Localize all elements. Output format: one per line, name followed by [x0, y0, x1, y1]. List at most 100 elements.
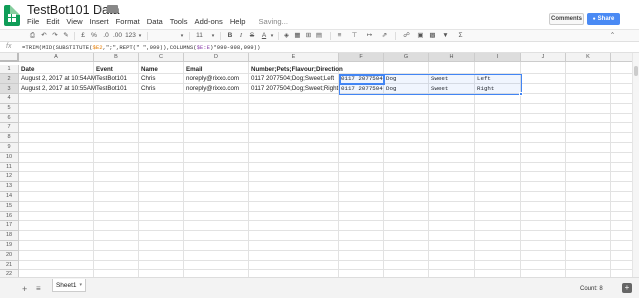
font-family-select[interactable]: [150, 31, 180, 41]
folder-icon[interactable]: [107, 5, 118, 13]
column-header-c[interactable]: C: [139, 53, 184, 62]
increase-decimal-button[interactable]: .00: [112, 31, 123, 41]
column-header-h[interactable]: H: [429, 53, 475, 62]
italic-icon[interactable]: I: [237, 31, 245, 41]
share-button[interactable]: ● Share: [587, 13, 620, 25]
text-color-icon[interactable]: A: [259, 31, 269, 41]
menu-file[interactable]: File: [27, 17, 39, 26]
cell-c3[interactable]: Chris: [139, 84, 184, 94]
row-header[interactable]: 16: [0, 211, 19, 222]
formula-text[interactable]: =TRIM(MID(SUBSTITUTE($E2,";",REPT(" ",99…: [22, 44, 260, 51]
row-header[interactable]: 1: [0, 65, 19, 74]
row-header[interactable]: 19: [0, 241, 19, 251]
currency-format-button[interactable]: £: [79, 31, 87, 41]
sheets-logo-icon[interactable]: [4, 5, 20, 26]
undo-icon[interactable]: ↶: [40, 31, 48, 41]
fill-handle[interactable]: [519, 92, 523, 96]
menu-addons[interactable]: Add-ons: [195, 17, 223, 26]
row-header[interactable]: 20: [0, 250, 19, 261]
column-header-k[interactable]: K: [566, 53, 611, 62]
filter-icon[interactable]: ▼: [441, 31, 450, 41]
horizontal-align-icon[interactable]: ≡: [335, 31, 344, 41]
print-icon[interactable]: ⎙: [28, 31, 37, 41]
merge-cells-icon[interactable]: ⊞: [304, 31, 313, 41]
formula-bar[interactable]: fx =TRIM(MID(SUBSTITUTE($E2,";",REPT(" "…: [0, 42, 639, 53]
column-header-j[interactable]: J: [521, 53, 566, 62]
column-header-i[interactable]: I: [475, 53, 521, 62]
row-header[interactable]: 9: [0, 143, 19, 153]
sheet-tab[interactable]: Sheet1 ▾: [52, 279, 86, 292]
menu-data[interactable]: Data: [147, 17, 163, 26]
text-rotation-icon[interactable]: ⇗: [380, 31, 389, 41]
row-header[interactable]: 3: [0, 84, 19, 94]
cell-b3[interactable]: TestBot101: [94, 84, 139, 94]
text-wrap-icon[interactable]: ↦: [365, 31, 374, 41]
fill-color-icon[interactable]: ◈: [282, 31, 291, 41]
row-header[interactable]: 18: [0, 231, 19, 241]
cell-a1[interactable]: Date: [19, 65, 94, 74]
row-header[interactable]: 5: [0, 103, 19, 114]
row-header[interactable]: 2: [0, 74, 19, 84]
row-header[interactable]: 10: [0, 152, 19, 163]
column-header-d[interactable]: D: [184, 53, 249, 62]
row-header[interactable]: 13: [0, 182, 19, 192]
menu-tools[interactable]: Tools: [170, 17, 188, 26]
row-header[interactable]: 12: [0, 172, 19, 183]
scrollbar-thumb[interactable]: [634, 66, 638, 76]
collapse-menu-icon[interactable]: ⌃: [608, 31, 617, 41]
chevron-down-icon[interactable]: ▾: [179, 31, 185, 41]
more-formats-button[interactable]: 123: [124, 31, 137, 41]
insert-link-icon[interactable]: ☍: [402, 31, 411, 41]
strikethrough-icon[interactable]: S: [248, 31, 256, 41]
redo-icon[interactable]: ↷: [51, 31, 59, 41]
cell-e1[interactable]: Number;Pets;Flavour;Direction: [249, 65, 343, 74]
column-header-e[interactable]: E: [249, 53, 339, 62]
bold-icon[interactable]: B: [226, 31, 234, 41]
row-header[interactable]: 4: [0, 94, 19, 104]
row-header[interactable]: 14: [0, 192, 19, 202]
column-header-a[interactable]: A: [19, 53, 94, 62]
chevron-down-icon[interactable]: ▾: [210, 31, 216, 41]
add-sheet-icon[interactable]: +: [22, 284, 27, 294]
row-header[interactable]: 6: [0, 113, 19, 124]
column-header-b[interactable]: B: [94, 53, 139, 62]
chevron-down-icon[interactable]: ▾: [80, 282, 83, 288]
chevron-down-icon[interactable]: ▾: [269, 31, 275, 41]
cell-e3[interactable]: 0117 2077504;Dog;Sweet;Right: [249, 84, 339, 94]
insert-chart-icon[interactable]: ▩: [428, 31, 437, 41]
row-header[interactable]: 22: [0, 270, 19, 277]
row-header[interactable]: 17: [0, 221, 19, 232]
functions-icon[interactable]: Σ: [456, 31, 465, 41]
menu-format[interactable]: Format: [116, 17, 140, 26]
cell-c1[interactable]: Name: [139, 65, 184, 74]
column-header-g[interactable]: G: [384, 53, 429, 62]
cell-c2[interactable]: Chris: [139, 74, 184, 84]
menu-view[interactable]: View: [66, 17, 82, 26]
percent-format-button[interactable]: %: [90, 31, 98, 41]
vertical-scrollbar[interactable]: [632, 53, 639, 277]
row-header[interactable]: 8: [0, 133, 19, 143]
cell-e2[interactable]: 0117 2077504;Dog;Sweet;Left: [249, 74, 339, 84]
paint-format-icon[interactable]: ✎: [62, 31, 70, 41]
star-icon[interactable]: ☆: [96, 3, 106, 16]
select-all-corner[interactable]: [0, 53, 19, 62]
chevron-down-icon[interactable]: ▾: [137, 31, 143, 41]
cell-d1[interactable]: Email: [184, 65, 249, 74]
cell-a2[interactable]: August 2, 2017 at 10:54AM: [19, 74, 96, 84]
explore-icon[interactable]: +: [622, 283, 632, 293]
active-cell[interactable]: [339, 74, 385, 85]
row-header[interactable]: 15: [0, 201, 19, 212]
row-header[interactable]: 7: [0, 123, 19, 134]
font-size-select[interactable]: 11: [195, 31, 204, 41]
decrease-decimal-button[interactable]: .0: [101, 31, 111, 41]
spreadsheet-grid[interactable]: A B C D E F G H I J K 1 2 3 4 5 6 7 8 9 10 11 12 13 1…: [0, 53, 632, 277]
cell-b1[interactable]: Event: [94, 65, 139, 74]
menu-help[interactable]: Help: [230, 17, 246, 26]
selection-count[interactable]: Count: 8: [580, 286, 603, 292]
cell-b2[interactable]: TestBot101: [94, 74, 139, 84]
cell-d3[interactable]: noreply@rixxo.com: [184, 84, 249, 94]
merge-dropdown-icon[interactable]: ▤: [314, 31, 324, 41]
column-header-l[interactable]: [611, 53, 632, 62]
all-sheets-icon[interactable]: ≡: [36, 284, 41, 293]
cell-d2[interactable]: noreply@rixxo.com: [184, 74, 249, 84]
